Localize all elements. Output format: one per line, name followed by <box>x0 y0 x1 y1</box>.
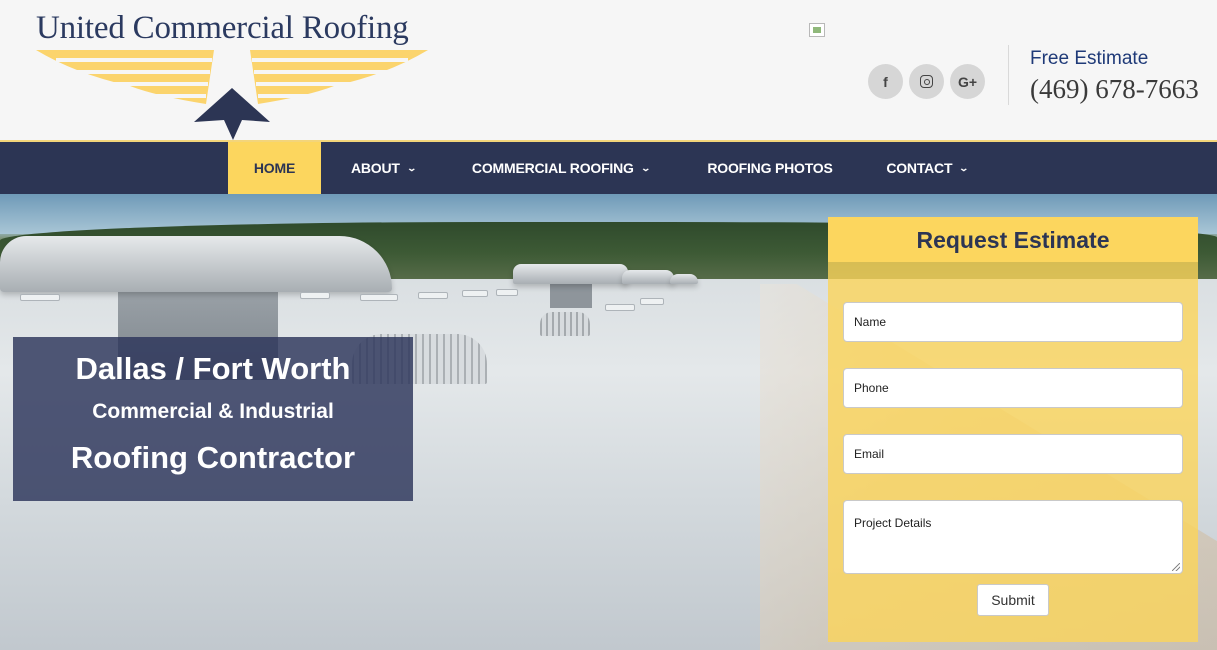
submit-button[interactable]: Submit <box>977 584 1049 616</box>
roof-skylight <box>640 298 664 305</box>
phone-number[interactable]: (469) 678-7663 <box>1030 74 1199 105</box>
nav-home[interactable]: HOME <box>228 142 321 194</box>
tagline-type: Commercial & Industrial <box>92 400 334 423</box>
header-divider <box>1008 45 1009 105</box>
roof-exhaust-unit <box>513 264 628 284</box>
chevron-down-icon: ⌄ <box>640 162 651 173</box>
roof-exhaust-unit <box>0 236 392 292</box>
roof-exhaust-unit <box>670 274 698 284</box>
roof-exhaust-unit <box>622 270 674 284</box>
chevron-down-icon: ⌄ <box>958 162 970 173</box>
roof-skylight <box>360 294 398 301</box>
hero-tagline: Dallas / Fort Worth Commercial & Industr… <box>13 337 413 501</box>
facebook-icon[interactable]: f <box>868 64 903 99</box>
logo[interactable]: United Commercial Roofing <box>36 8 436 142</box>
free-estimate-link[interactable]: Free Estimate <box>1030 48 1148 70</box>
logo-text: United Commercial Roofing <box>36 10 409 46</box>
tagline-service: Roofing Contractor <box>70 440 356 475</box>
name-input[interactable]: Name <box>843 302 1183 342</box>
request-estimate-form: Request Estimate Name Phone Email Projec… <box>828 217 1198 642</box>
roof-skylight <box>605 304 635 311</box>
nav-contact[interactable]: CONTACT ⌄ <box>874 142 980 194</box>
project-details-textarea[interactable]: Project Details <box>843 500 1183 574</box>
nav-roofing-photos[interactable]: ROOFING PHOTOS <box>694 142 846 194</box>
roof-skylight <box>20 294 60 301</box>
nav-about[interactable]: ABOUT ⌄ <box>336 142 430 194</box>
email-input[interactable]: Email <box>843 434 1183 474</box>
roof-skylight <box>418 292 448 299</box>
chevron-down-icon: ⌄ <box>406 162 417 173</box>
roof-vent-grate <box>540 312 590 336</box>
form-title: Request Estimate <box>828 217 1198 262</box>
roof-skylight <box>462 290 488 297</box>
broken-image-icon <box>809 23 825 37</box>
site-header: United Commercial Roofing f G+ Free Esti… <box>0 0 1217 142</box>
roof-skylight <box>496 289 518 296</box>
instagram-icon[interactable] <box>909 64 944 99</box>
google-plus-icon[interactable]: G+ <box>950 64 985 99</box>
wings-logo-icon <box>36 50 428 140</box>
roof-unit-base <box>550 282 592 308</box>
phone-input[interactable]: Phone <box>843 368 1183 408</box>
tagline-location: Dallas / Fort Worth <box>75 351 351 386</box>
main-nav: HOME ABOUT ⌄ COMMERCIAL ROOFING ⌄ ROOFING … <box>0 142 1217 194</box>
nav-commercial-roofing[interactable]: COMMERCIAL ROOFING ⌄ <box>458 142 663 194</box>
roof-skylight <box>300 292 330 299</box>
